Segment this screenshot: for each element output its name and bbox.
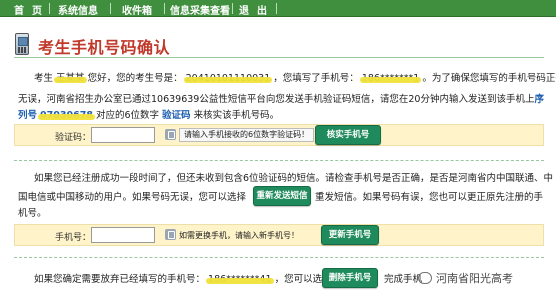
intro-text: 来核实该手机号码。 — [193, 110, 280, 121]
nav-info-collection[interactable]: 信息采集查看 — [170, 2, 230, 17]
nav-logout-part1[interactable]: 退 — [239, 2, 249, 17]
section-divider — [14, 257, 544, 258]
nav-home-part1[interactable]: 首 — [14, 2, 24, 17]
nav-separator — [276, 3, 277, 14]
nav-home-part2[interactable]: 页 — [32, 2, 42, 17]
mobile-phone-icon — [15, 33, 29, 55]
redaction-mark — [206, 278, 274, 284]
section-divider — [14, 160, 544, 161]
redaction-mark — [38, 114, 95, 120]
serial-label-part1: 序 — [534, 94, 544, 105]
update-phone-button[interactable]: 更新手机号 — [321, 225, 379, 245]
nav-system-info[interactable]: 系统信息 — [58, 2, 98, 17]
intro-text: ，您填写了手机号： — [273, 73, 359, 84]
top-nav-bar: 首 页 系统信息 收件箱 信息采集查看 退 出 — [0, 0, 556, 17]
intro-text: 。为了确保您填写的手机号码正确 — [422, 73, 556, 84]
nav-inbox[interactable]: 收件箱 — [122, 2, 152, 17]
nav-logout-part2[interactable]: 出 — [257, 2, 267, 17]
resend-line-2b: 重发短信。如果号码有误，您也可以更正原先注册的手 — [315, 192, 544, 203]
phone-update-hint: 如需更换手机，请输入新手机号！ — [179, 231, 299, 240]
intro-text: 无误，河南省招生办公室已通过10639639公益性短信平台向您发送手机验证码短信… — [18, 94, 535, 105]
student-number: 20410101110031 — [183, 72, 273, 85]
intro-line-3: 列号 07030678 对应的6位数字 验证码 来核实该手机号码。 — [18, 109, 279, 122]
verification-code-row: 验证码： 请输入手机接收的6位数字验证码！ 核实手机号 — [14, 124, 544, 146]
resend-line-3: 机号。 — [18, 208, 47, 219]
verification-code-hint: 请输入手机接收的6位数字验证码！ — [179, 128, 315, 142]
phone-field-label: 手机号： — [55, 233, 92, 243]
intro-line-2: 无误，河南省招生办公室已通过10639639公益性短信平台向您发送手机验证码短信… — [18, 93, 544, 106]
delete-line: 如果您确定需要放弃已经填写的手机号： 186*******41 ，您可以选择 — [34, 273, 332, 286]
intro-text: 对应的6位数字 — [95, 110, 160, 121]
resend-line-1: 如果您已经注册成功一段时间了，但还未收到包含6位验证码的短信。请检查手机号是否正… — [34, 173, 554, 184]
nav-separator — [164, 3, 165, 14]
registered-phone: 186*******1 — [359, 72, 422, 85]
verification-code-label: 验证码 — [162, 110, 191, 121]
redaction-mark — [359, 77, 422, 83]
resend-line-2: 国电信或中国移动的用户。如果号码无误，您可以选择 — [18, 191, 246, 204]
registered-phone: 186*******41 — [206, 273, 274, 286]
verification-code-field-label: 验证码： — [55, 133, 92, 143]
phone-update-row: 手机号： 如需更换手机，请输入新手机号！ 更新手机号 — [14, 224, 544, 246]
intro-line-1: 考生 王某某 您好，您的考生号是： 20410101110031 ，您填写了手机… — [34, 72, 556, 85]
delete-phone-button[interactable]: 删除手机号 — [322, 268, 378, 288]
watermark: 河南省阳光高考 — [418, 270, 513, 286]
student-name: 王某某 — [54, 72, 87, 85]
resend-text: 国电信或中国移动的用户。如果号码无误，您可以选择 — [18, 192, 247, 203]
verification-code-input[interactable] — [91, 127, 155, 143]
redaction-mark — [183, 77, 273, 83]
nav-separator — [110, 3, 111, 14]
new-phone-input[interactable] — [91, 227, 155, 243]
info-icon — [165, 129, 176, 140]
title-divider — [14, 57, 544, 58]
verify-phone-button[interactable]: 核实手机号 — [315, 125, 381, 145]
redaction-mark — [54, 77, 87, 83]
intro-text: 考生 — [34, 73, 54, 84]
nav-separator — [49, 3, 50, 14]
serial-label-part2: 列号 — [18, 110, 38, 121]
delete-line-tail: 完成手机 — [384, 274, 423, 285]
watermark-text: 河南省阳光高考 — [436, 272, 513, 285]
wechat-icon — [418, 272, 432, 284]
nav-separator — [232, 3, 233, 14]
page-title: 考生手机号码确认 — [38, 38, 171, 57]
info-icon — [165, 229, 176, 240]
serial-number: 07030678 — [38, 109, 95, 122]
resend-sms-button[interactable]: 重新发送短信 — [253, 186, 311, 206]
delete-text: 如果您确定需要放弃已经填写的手机号： — [34, 274, 206, 285]
intro-text: 您好，您的考生号是： — [87, 73, 183, 84]
